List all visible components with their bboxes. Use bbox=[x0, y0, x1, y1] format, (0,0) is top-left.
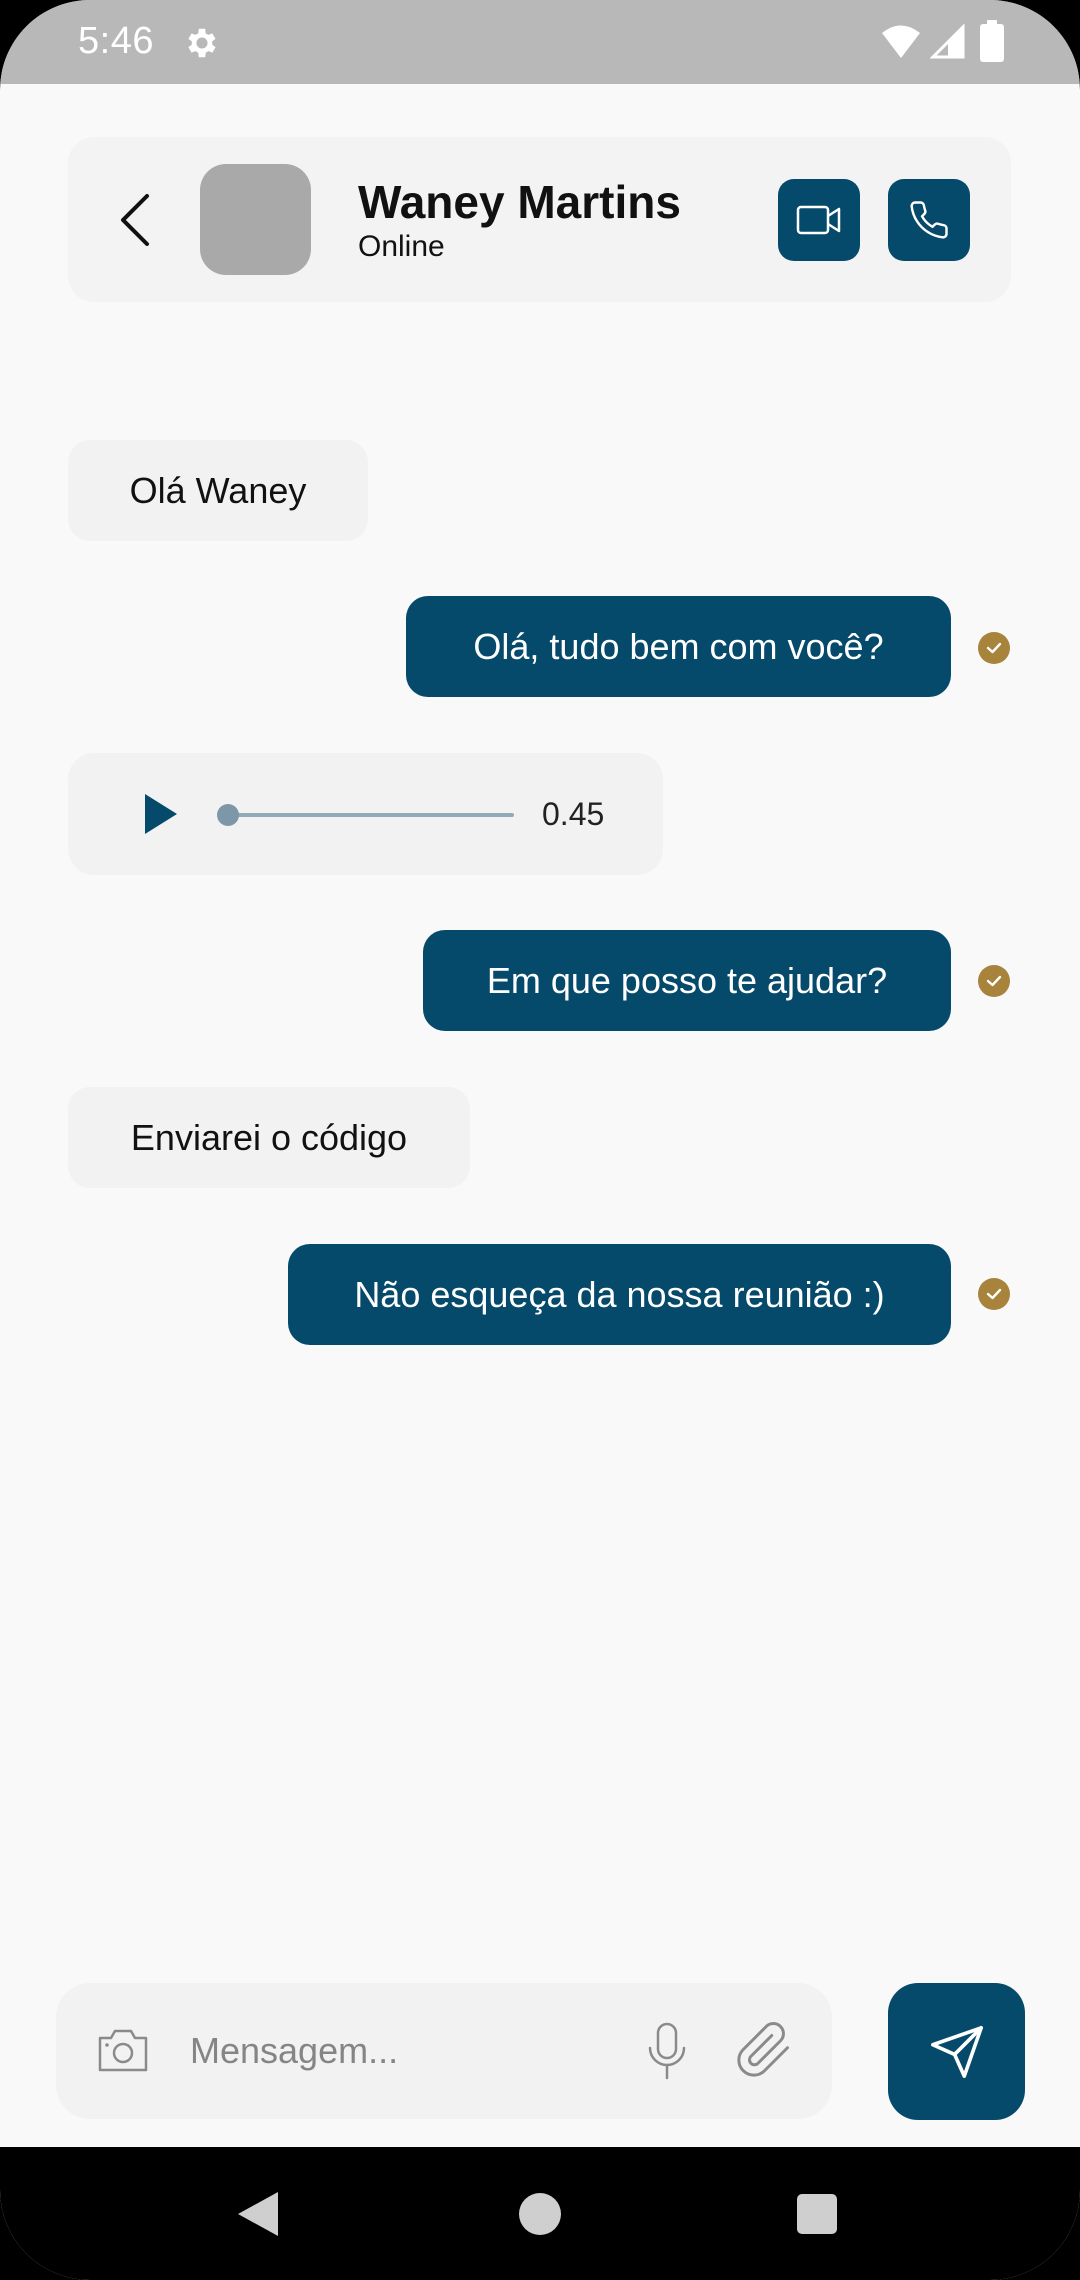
read-check-icon bbox=[978, 965, 1010, 997]
status-time: 5:46 bbox=[78, 20, 154, 62]
message-outgoing[interactable]: Em que posso te ajudar? bbox=[423, 930, 951, 1031]
video-call-icon bbox=[796, 205, 841, 235]
contact-status: Online bbox=[358, 230, 445, 263]
video-call-button[interactable] bbox=[778, 179, 860, 261]
voice-call-button[interactable] bbox=[888, 179, 970, 261]
message-outgoing[interactable]: Olá, tudo bem com você? bbox=[406, 596, 951, 697]
message-text: Olá, tudo bem com você? bbox=[473, 625, 884, 667]
chat-screen: 5:46 Waney Martins Online Olá Waney Olá,… bbox=[0, 0, 1080, 2280]
camera-icon[interactable] bbox=[96, 2026, 150, 2074]
nav-back-icon[interactable] bbox=[236, 2190, 280, 2238]
message-text: Não esqueça da nossa reunião :) bbox=[354, 1273, 885, 1315]
contact-name: Waney Martins bbox=[358, 176, 681, 228]
read-check-icon bbox=[978, 632, 1010, 664]
message-outgoing[interactable]: Não esqueça da nossa reunião :) bbox=[288, 1244, 951, 1345]
audio-progress-track[interactable] bbox=[228, 813, 514, 817]
play-icon[interactable] bbox=[143, 792, 179, 836]
audio-progress-handle[interactable] bbox=[217, 804, 239, 826]
message-text: Olá Waney bbox=[129, 469, 307, 511]
send-button[interactable] bbox=[888, 1983, 1025, 2120]
send-icon bbox=[930, 2025, 983, 2078]
message-text: Em que posso te ajudar? bbox=[486, 959, 888, 1001]
back-button[interactable] bbox=[105, 184, 165, 256]
message-text: Enviarei o código bbox=[130, 1116, 408, 1158]
back-icon bbox=[121, 194, 149, 246]
read-check-icon bbox=[978, 1278, 1010, 1310]
message-input[interactable] bbox=[190, 2016, 610, 2086]
status-bar: 5:46 bbox=[0, 0, 1080, 84]
audio-duration: 0.45 bbox=[542, 796, 605, 832]
nav-home-icon[interactable] bbox=[519, 2193, 561, 2235]
message-incoming[interactable]: Olá Waney bbox=[68, 440, 368, 541]
microphone-icon[interactable] bbox=[646, 2022, 688, 2080]
gear-icon bbox=[188, 28, 216, 58]
signal-icon bbox=[930, 24, 965, 59]
message-incoming[interactable]: Enviarei o código bbox=[68, 1087, 470, 1188]
battery-icon bbox=[980, 20, 1004, 62]
phone-icon bbox=[910, 201, 948, 239]
wifi-icon bbox=[882, 25, 920, 58]
paperclip-icon[interactable] bbox=[734, 2020, 794, 2080]
nav-recents-icon[interactable] bbox=[797, 2194, 837, 2234]
avatar[interactable] bbox=[200, 164, 311, 275]
